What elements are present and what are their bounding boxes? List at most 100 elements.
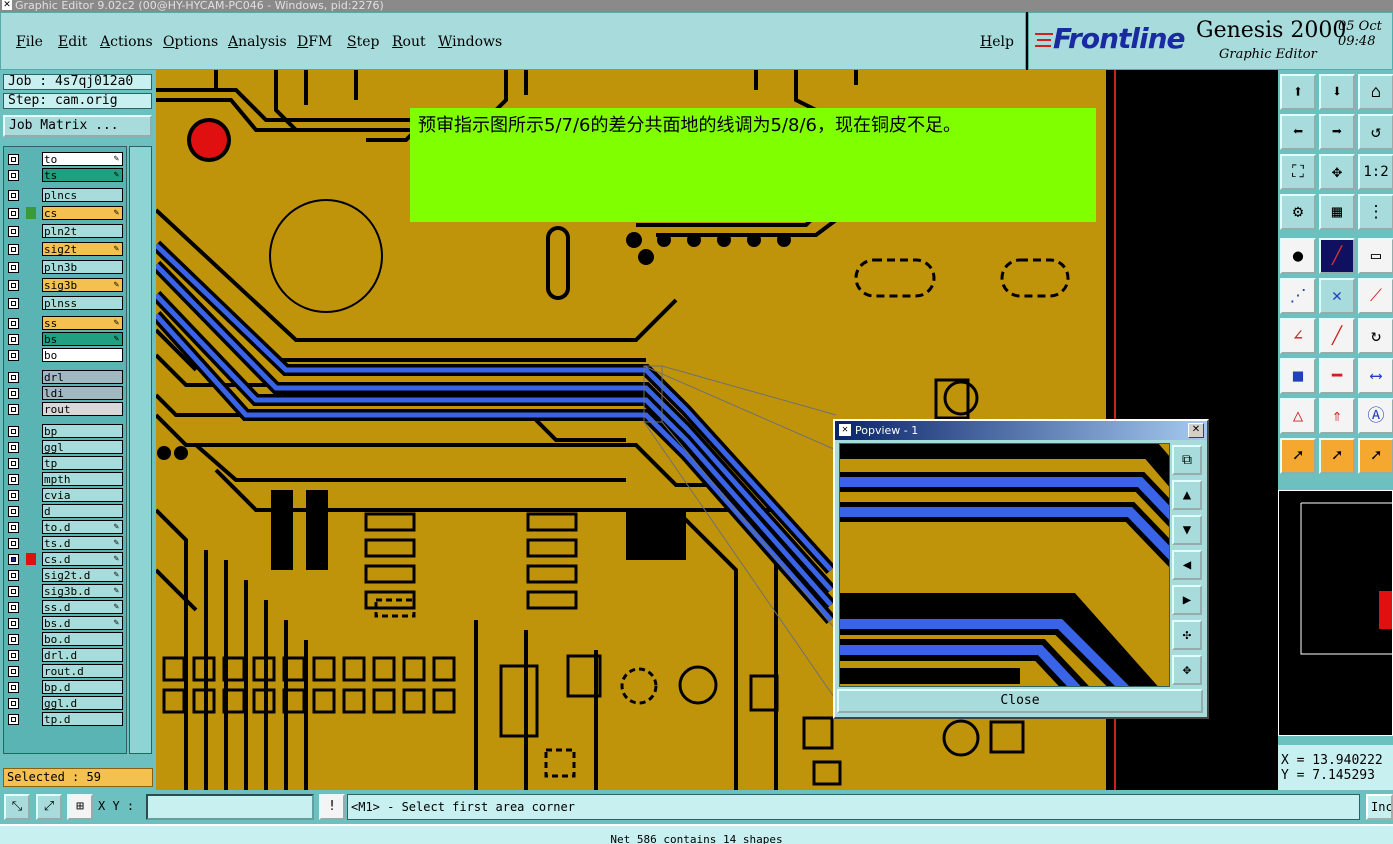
line-icon[interactable]: ╱ [1319, 318, 1355, 354]
layer-row[interactable]: ts ✎ [4, 168, 128, 183]
menu-help[interactable]: Help [980, 34, 1014, 50]
layer-name[interactable]: rout.d [42, 664, 123, 678]
layer-list-scrollbar[interactable] [129, 146, 152, 754]
layer-name[interactable]: ss.d ✎ [42, 600, 123, 614]
layer-row[interactable]: ts.d ✎ [4, 536, 128, 551]
layer-checkbox[interactable] [8, 388, 19, 399]
layer-row[interactable]: sig2t.d ✎ [4, 568, 128, 583]
layer-row[interactable]: bo [4, 348, 128, 363]
layer-name[interactable]: plncs [42, 188, 123, 202]
pan-left-icon[interactable]: ⬅ [1280, 114, 1316, 150]
layer-checkbox[interactable] [8, 634, 19, 645]
xy-input[interactable] [146, 794, 314, 820]
layer-checkbox[interactable] [8, 244, 19, 255]
layer-name[interactable]: pln2t [42, 224, 123, 238]
layer-name[interactable]: sig3b ✎ [42, 278, 123, 292]
layer-name[interactable]: rout [42, 402, 123, 416]
layer-row[interactable]: cs.d ✎ [4, 552, 128, 567]
layer-row[interactable]: ggl.d [4, 696, 128, 711]
layer-name[interactable]: pln3b [42, 260, 123, 274]
horizontal-line-icon[interactable]: ━ [1319, 358, 1355, 394]
layer-name[interactable]: ggl [42, 440, 123, 454]
dimension-icon[interactable]: ⟷ [1358, 358, 1393, 394]
layer-row[interactable]: ss ✎ [4, 316, 128, 331]
snap-mode-icon[interactable]: ⤡ [4, 794, 30, 820]
layer-checkbox[interactable] [8, 262, 19, 273]
cursor-box-icon[interactable]: ➚ [1319, 438, 1355, 474]
layer-row[interactable]: to.d ✎ [4, 520, 128, 535]
layer-row[interactable]: mpth [4, 472, 128, 487]
popview-close-button[interactable]: Close [837, 689, 1203, 713]
layer-name[interactable]: cvia [42, 488, 123, 502]
layer-name[interactable]: cs.d ✎ [42, 552, 123, 566]
zoom-1to1-icon[interactable]: 1:2 [1358, 154, 1393, 190]
layer-row[interactable]: ggl [4, 440, 128, 455]
layer-name[interactable]: d [42, 504, 123, 518]
menu-analysis[interactable]: Analysis [228, 34, 287, 50]
layer-checkbox[interactable] [8, 570, 19, 581]
layer-name[interactable]: ts.d ✎ [42, 536, 123, 550]
layer-name[interactable]: bs.d ✎ [42, 616, 123, 630]
layer-row[interactable]: d [4, 504, 128, 519]
menu-edit[interactable]: Edit [58, 34, 87, 50]
popview-close-icon[interactable]: ✕ [1188, 423, 1204, 438]
layer-row[interactable]: tp [4, 456, 128, 471]
net-icon[interactable]: ⋮ [1358, 194, 1393, 230]
layer-name[interactable]: sig3b.d ✎ [42, 584, 123, 598]
popview-zoom-in-icon[interactable]: ✣ [1172, 620, 1202, 650]
layer-checkbox[interactable] [8, 490, 19, 501]
layer-row[interactable]: drl [4, 370, 128, 385]
layer-checkbox[interactable] [8, 404, 19, 415]
layer-checkbox[interactable] [8, 190, 19, 201]
layer-name[interactable]: bo.d [42, 632, 123, 646]
popview-canvas[interactable] [839, 443, 1170, 687]
layer-name[interactable]: drl [42, 370, 123, 384]
menu-dfm[interactable]: DFM [297, 34, 332, 50]
layer-name[interactable]: to ✎ [42, 152, 123, 166]
angle-icon[interactable]: ∠ [1280, 318, 1316, 354]
layer-row[interactable]: tp.d [4, 712, 128, 727]
layer-checkbox[interactable] [8, 458, 19, 469]
layer-row[interactable]: cvia [4, 488, 128, 503]
menu-file[interactable]: File [16, 34, 43, 50]
popview-pan-up-icon[interactable]: ▲ [1172, 480, 1202, 510]
layer-row[interactable]: bp [4, 424, 128, 439]
layer-row[interactable]: pln2t [4, 224, 128, 239]
layer-row[interactable]: ss.d ✎ [4, 600, 128, 615]
layer-name[interactable]: plnss [42, 296, 123, 310]
layer-name[interactable]: cs ✎ [42, 206, 123, 220]
layer-checkbox[interactable] [8, 318, 19, 329]
layer-name[interactable]: sig2t.d ✎ [42, 568, 123, 582]
layer-checkbox[interactable] [8, 426, 19, 437]
layer-name[interactable]: tp.d [42, 712, 123, 726]
layer-row[interactable]: to ✎ [4, 152, 128, 167]
layer-checkbox[interactable] [8, 522, 19, 533]
layer-row[interactable]: bo.d [4, 632, 128, 647]
layer-name[interactable]: to.d ✎ [42, 520, 123, 534]
layer-checkbox[interactable] [8, 350, 19, 361]
snap-point-icon[interactable]: ⟋ [1358, 278, 1393, 314]
layer-name[interactable]: mpth [42, 472, 123, 486]
layer-checkbox[interactable] [8, 698, 19, 709]
layer-row[interactable]: ldi [4, 386, 128, 401]
job-matrix-button[interactable]: Job Matrix ... [3, 115, 152, 137]
pan-up-icon[interactable]: ⬆ [1280, 74, 1316, 110]
layer-name[interactable]: bo [42, 348, 123, 362]
popview-pan-left-icon[interactable]: ◀ [1172, 550, 1202, 580]
layer-checkbox[interactable] [8, 208, 19, 219]
layer-checkbox[interactable] [8, 650, 19, 661]
grid-icon[interactable]: ▦ [1319, 194, 1355, 230]
measure-mode-icon[interactable]: ⤢ [36, 794, 62, 820]
layer-checkbox[interactable] [8, 714, 19, 725]
menu-actions[interactable]: Actions [100, 34, 153, 50]
inc-button[interactable]: Inc [1366, 794, 1393, 820]
layer-row[interactable]: bp.d [4, 680, 128, 695]
layer-row[interactable]: cs ✎ [4, 206, 128, 221]
layer-checkbox[interactable] [8, 506, 19, 517]
layer-checkbox[interactable] [8, 554, 19, 565]
layer-name[interactable]: bs ✎ [42, 332, 123, 346]
triangle-icon[interactable]: △ [1280, 398, 1316, 434]
layer-row[interactable]: rout [4, 402, 128, 417]
layer-checkbox[interactable] [8, 442, 19, 453]
layer-row[interactable]: plncs [4, 188, 128, 203]
